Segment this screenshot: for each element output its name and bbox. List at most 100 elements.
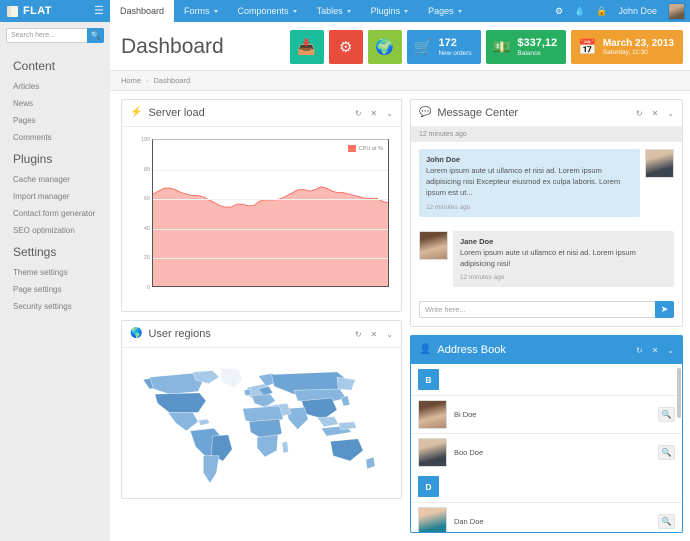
lock-icon[interactable]: 🔒	[596, 6, 607, 16]
chevron-down-icon	[404, 9, 409, 13]
panel-address-book: 👤 Address Book ↻ ✕ ⌄ B Bi Doe 🔍 Boo Doe 🔍 D Da…	[409, 335, 683, 534]
sidebar: Search here... 🔍 Content Articles News Page…	[0, 22, 110, 541]
send-arrow-icon[interactable]: ➤	[655, 301, 674, 319]
top-navigation-bar: FLAT ☰ Dashboard Forms Components Tables Plu…	[0, 0, 690, 22]
nav-item-tables[interactable]: Tables	[307, 0, 361, 22]
refresh-icon[interactable]: ↻	[355, 330, 362, 339]
contact-name: Bi Doe	[453, 410, 477, 420]
sidebar-item-page-settings[interactable]: Page settings	[0, 281, 110, 298]
panel-header-message-center: 💬 Message Center ↻ ✕ ⌄	[410, 100, 682, 127]
chart-y-tick: 80	[143, 166, 150, 173]
main-nav: Dashboard Forms Components Tables Plugins Pag…	[110, 0, 472, 22]
legend-swatch-cpu	[347, 145, 356, 152]
sidebar-item-comments[interactable]: Comments	[0, 129, 110, 146]
panel-message-center: 💬 Message Center ↻ ✕ ⌄ 12 minutes ago Jo…	[409, 99, 683, 328]
hamburger-icon[interactable]: ☰	[94, 5, 104, 17]
nav-item-components[interactable]: Components	[228, 0, 307, 22]
stat-tile-cogs[interactable]: ⚙	[328, 30, 363, 64]
nav-item-pages[interactable]: Pages	[418, 0, 472, 22]
message-time: 12 minutes ago	[459, 274, 505, 282]
contact-row[interactable]: Dan Doe 🔍	[410, 502, 682, 533]
stat-tile-calendar[interactable]: 📅 March 23, 2013 Saturday, 11:30	[571, 30, 683, 64]
panel-tools: ↻ ✕ ⌄	[355, 330, 393, 339]
brand-logo-area[interactable]: FLAT ☰	[0, 0, 110, 22]
search-icon[interactable]: 🔍	[658, 445, 675, 461]
cogs-icon: ⚙	[339, 38, 353, 56]
stat-tile-label: New orders	[438, 49, 472, 57]
bi-doe-avatar	[417, 400, 447, 430]
stat-tile-value: 172	[438, 36, 457, 49]
sidebar-item-articles[interactable]: Articles	[0, 78, 110, 95]
chart-plot-area: CPU at % 0 20 40 60 80 100	[141, 137, 389, 291]
search-icon[interactable]: 🔍	[87, 28, 104, 43]
panel-tools: ↻ ✕ ⌄	[636, 109, 674, 118]
breadcrumb-separator: ›	[146, 76, 149, 85]
breadcrumb-home[interactable]: Home	[121, 76, 141, 85]
close-icon[interactable]: ✕	[371, 330, 378, 339]
refresh-icon[interactable]: ↻	[355, 109, 362, 118]
message-item: Jane Doe Lorem ipsum aute ut ullamco et n…	[411, 224, 682, 295]
refresh-icon[interactable]: ↻	[636, 346, 643, 355]
chevron-down-icon	[292, 9, 297, 13]
chevron-down-icon	[346, 9, 351, 13]
top-right-tools: ⚙ 💧 🔒 John Doe	[555, 2, 690, 20]
user-name-label[interactable]: John Doe	[618, 6, 657, 16]
stat-tile-inbox[interactable]: 📥	[289, 30, 324, 64]
nav-item-plugins[interactable]: Plugins	[361, 0, 419, 22]
page-header: Dashboard 📥 ⚙ 🌍 🛒 172 New orders 💵 $337,12 Balan…	[110, 22, 690, 70]
scrollbar[interactable]	[677, 368, 681, 419]
panel-user-regions: 🌎 User regions ↻ ✕ ⌄	[121, 320, 402, 499]
dashboard-app: FLAT ☰ Dashboard Forms Components Tables Plu…	[0, 0, 690, 541]
message-item: John Doe Lorem ipsum aute ut ullamco et n…	[411, 142, 682, 224]
close-icon[interactable]: ✕	[371, 109, 378, 118]
sidebar-item-pages[interactable]: Pages	[0, 112, 110, 129]
panel-title-server-load: Server load	[148, 107, 205, 119]
money-icon: 💵	[492, 38, 512, 56]
stat-tile-text: $337,12 Balance	[517, 37, 557, 57]
panel-body-server-load: CPU at % 0 20 40 60 80 100	[122, 127, 401, 311]
chart-y-tick: 0	[146, 285, 150, 291]
stat-tile-label: Saturday, 11:30	[602, 49, 648, 57]
sidebar-search[interactable]: Search here... 🔍	[6, 28, 104, 43]
chevron-down-icon[interactable]: ⌄	[667, 109, 674, 118]
stat-tile-shopping-cart[interactable]: 🛒 172 New orders	[406, 30, 481, 64]
refresh-icon[interactable]: ↻	[636, 109, 643, 118]
stat-tile-money[interactable]: 💵 $337,12 Balance	[485, 30, 567, 64]
sidebar-item-seo-optimization[interactable]: SEO optimization	[0, 222, 110, 239]
sidebar-item-import-manager[interactable]: Import manager	[0, 188, 110, 205]
dashboard-grid: ⚡ Server load ↻ ✕ ⌄ CPU at % 0 20 40 60 …	[110, 91, 690, 534]
sidebar-item-theme-settings[interactable]: Theme settings	[0, 264, 110, 281]
nav-item-forms[interactable]: Forms	[174, 0, 228, 22]
page-title: Dashboard	[121, 35, 224, 58]
droplet-icon[interactable]: 💧	[574, 6, 585, 16]
search-input[interactable]: Search here...	[6, 28, 87, 43]
close-icon[interactable]: ✕	[652, 346, 659, 355]
panel-header-server-load: ⚡ Server load ↻ ✕ ⌄	[122, 100, 401, 127]
chevron-down-icon[interactable]: ⌄	[386, 109, 393, 118]
chevron-down-icon[interactable]: ⌄	[386, 330, 393, 339]
search-icon[interactable]: 🔍	[658, 407, 675, 423]
world-map[interactable]	[130, 349, 392, 497]
contact-row[interactable]: Boo Doe 🔍	[410, 433, 682, 471]
sidebar-item-news[interactable]: News	[0, 95, 110, 112]
nav-item-label: Dashboard	[120, 6, 165, 16]
stat-tile-globe[interactable]: 🌍	[367, 30, 402, 64]
chevron-down-icon[interactable]: ⌄	[667, 346, 674, 355]
letter-badge: B	[417, 369, 439, 391]
search-icon[interactable]: 🔍	[658, 514, 675, 530]
sidebar-item-cache-manager[interactable]: Cache manager	[0, 171, 110, 188]
close-icon[interactable]: ✕	[652, 109, 659, 118]
gear-icon[interactable]: ⚙	[555, 6, 563, 16]
contact-row[interactable]: Bi Doe 🔍	[410, 395, 682, 433]
nav-item-dashboard[interactable]: Dashboard	[110, 0, 175, 22]
sidebar-item-security-settings[interactable]: Security settings	[0, 298, 110, 315]
panel-tools: ↻ ✕ ⌄	[636, 346, 674, 355]
sidebar-item-contact-form-generator[interactable]: Contact form generator	[0, 205, 110, 222]
stat-tile-label: Balance	[517, 49, 541, 57]
stat-tiles: 📥 ⚙ 🌍 🛒 172 New orders 💵 $337,12 Balance 📅 March 2…	[289, 30, 683, 64]
address-book-list[interactable]: B Bi Doe 🔍 Boo Doe 🔍 D Dan Doe 🔍	[410, 364, 682, 533]
message-input[interactable]: Write here...	[418, 301, 655, 319]
letter-badge: D	[417, 476, 439, 498]
message-list[interactable]: 12 minutes ago John Doe Lorem ipsum aute …	[410, 127, 682, 295]
avatar[interactable]	[668, 2, 685, 20]
